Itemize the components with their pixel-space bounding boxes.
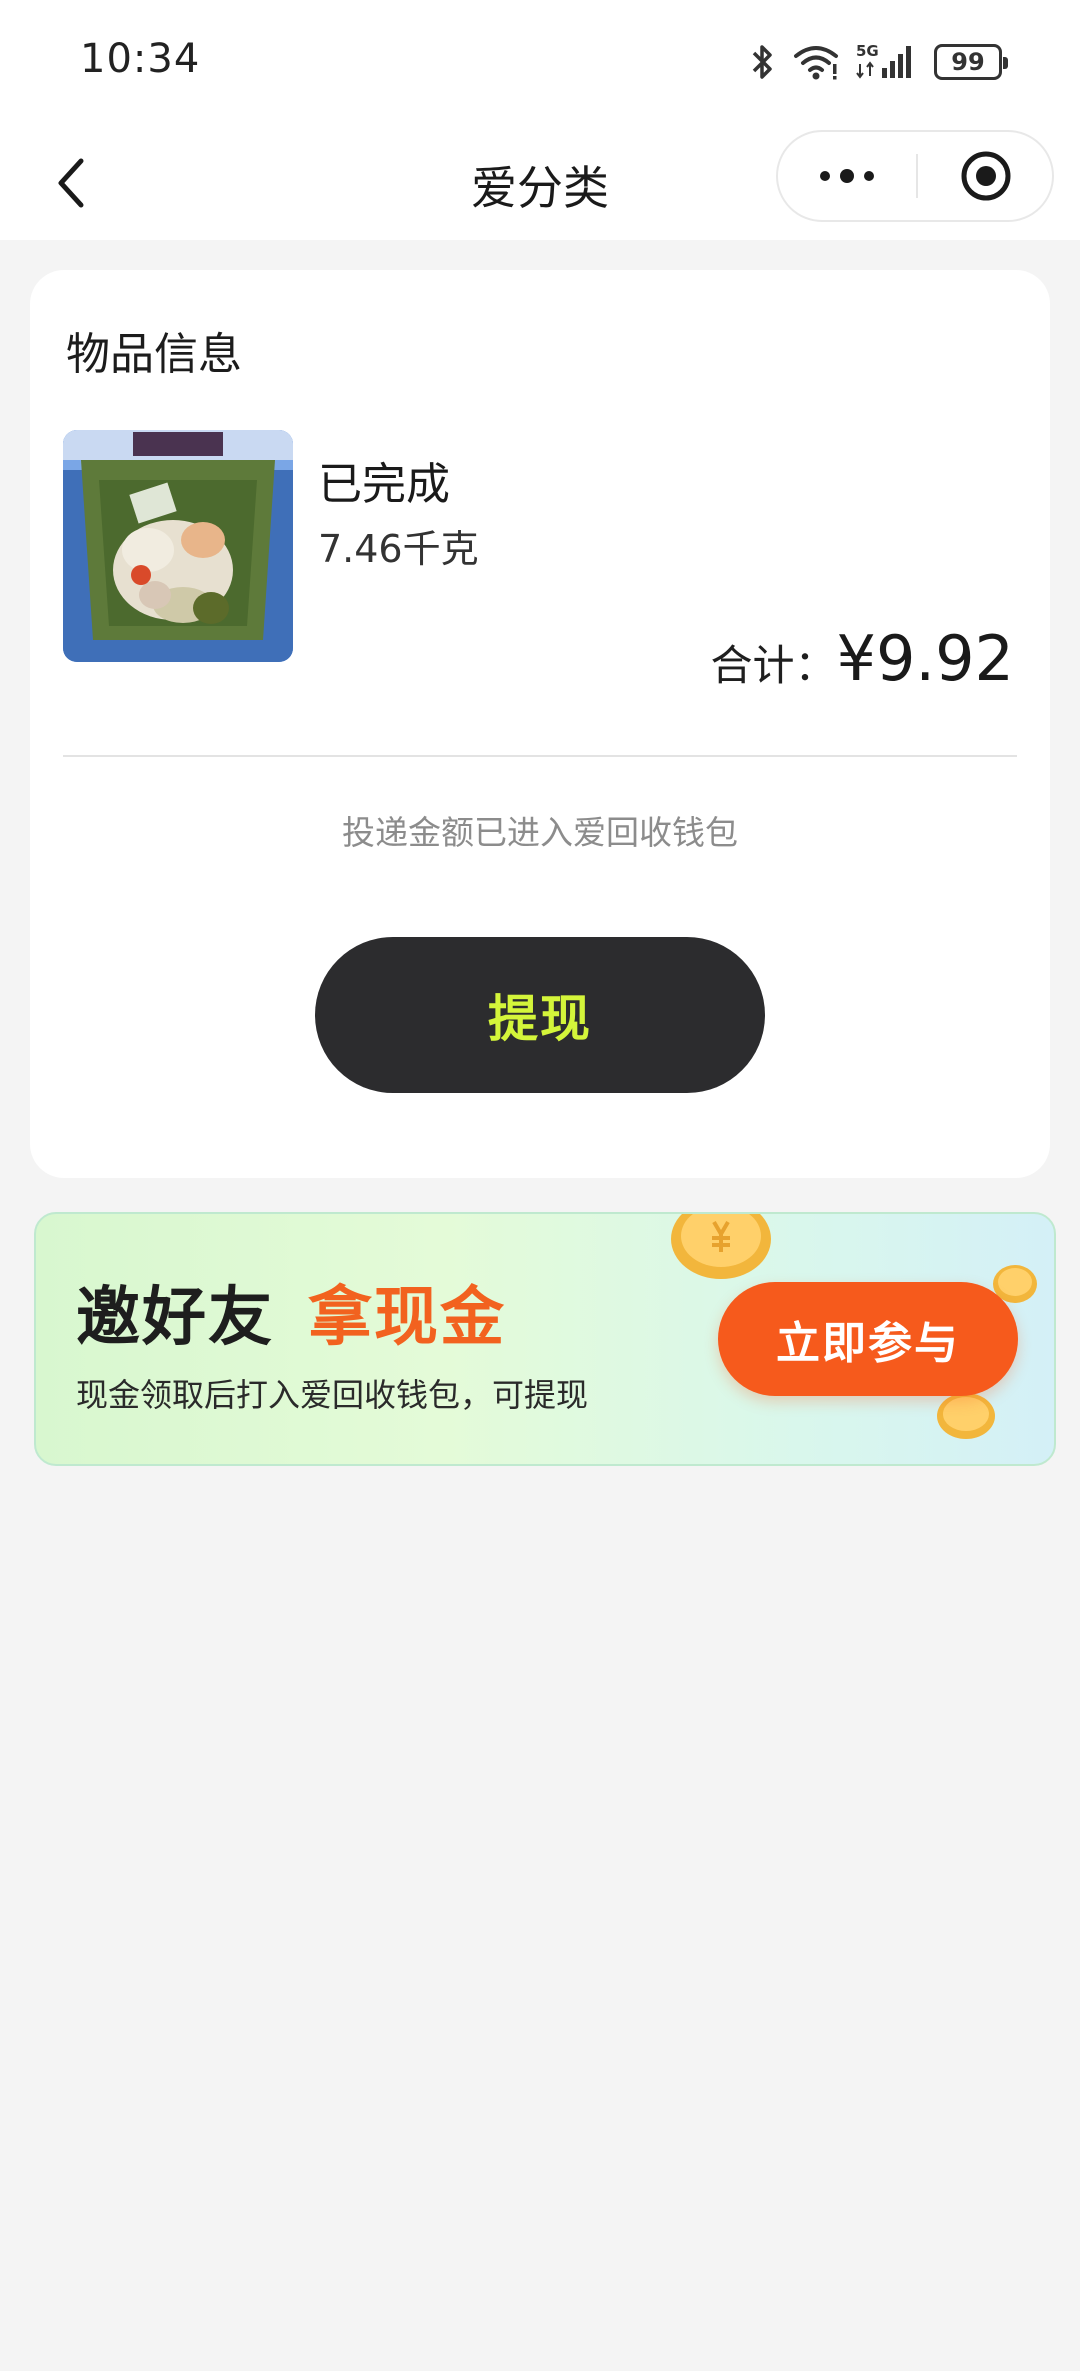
status-time: 10:34 bbox=[80, 36, 201, 82]
coin-icon bbox=[671, 1214, 771, 1279]
coin-icon bbox=[937, 1393, 995, 1439]
item-info-card: 物品信息 已完成 7.46千克 合计： ¥9.92 投递金额已进入爱回收钱包 提… bbox=[30, 270, 1050, 1178]
status-bar: 10:34 5G 99 bbox=[0, 0, 1080, 130]
close-button[interactable] bbox=[918, 132, 1054, 220]
mini-program-capsule bbox=[776, 130, 1054, 222]
promo-title-highlight: 拿现金 bbox=[308, 1281, 506, 1355]
section-title: 物品信息 bbox=[66, 329, 242, 380]
page: 10:34 5G 99 爱分类 物品信息 已完成 7.46千克 合计： ¥9.9… bbox=[0, 0, 1080, 2371]
item-status: 已完成 bbox=[318, 459, 450, 510]
total-row: 合计： ¥9.92 bbox=[710, 622, 1014, 695]
close-target-icon bbox=[961, 151, 1011, 201]
wallet-note: 投递金额已进入爱回收钱包 bbox=[342, 813, 738, 852]
network-label: 5G bbox=[856, 42, 879, 60]
withdraw-button[interactable]: 提现 bbox=[315, 937, 765, 1093]
nav-bar: 爱分类 bbox=[0, 130, 1080, 240]
battery-level: 99 bbox=[951, 48, 985, 76]
item-weight: 7.46千克 bbox=[318, 527, 479, 571]
total-label: 合计： bbox=[710, 641, 837, 690]
battery-icon: 99 bbox=[934, 44, 1008, 80]
signal-icon: 5G bbox=[856, 42, 918, 82]
promo-title: 邀好友 bbox=[76, 1281, 274, 1355]
join-now-button[interactable]: 立即参与 bbox=[718, 1282, 1018, 1396]
status-icons: 5G 99 bbox=[750, 40, 1008, 84]
wifi-icon bbox=[792, 42, 840, 82]
promo-subtitle: 现金领取后打入爱回收钱包，可提现 bbox=[76, 1376, 589, 1414]
divider bbox=[63, 755, 1017, 757]
more-button[interactable] bbox=[778, 132, 916, 220]
total-amount: ¥9.92 bbox=[836, 622, 1015, 695]
item-photo[interactable] bbox=[63, 430, 293, 662]
more-icon bbox=[820, 169, 874, 183]
invite-friends-banner[interactable]: 邀好友 拿现金 现金领取后打入爱回收钱包，可提现 立即参与 bbox=[34, 1212, 1056, 1466]
bluetooth-icon bbox=[750, 42, 776, 82]
